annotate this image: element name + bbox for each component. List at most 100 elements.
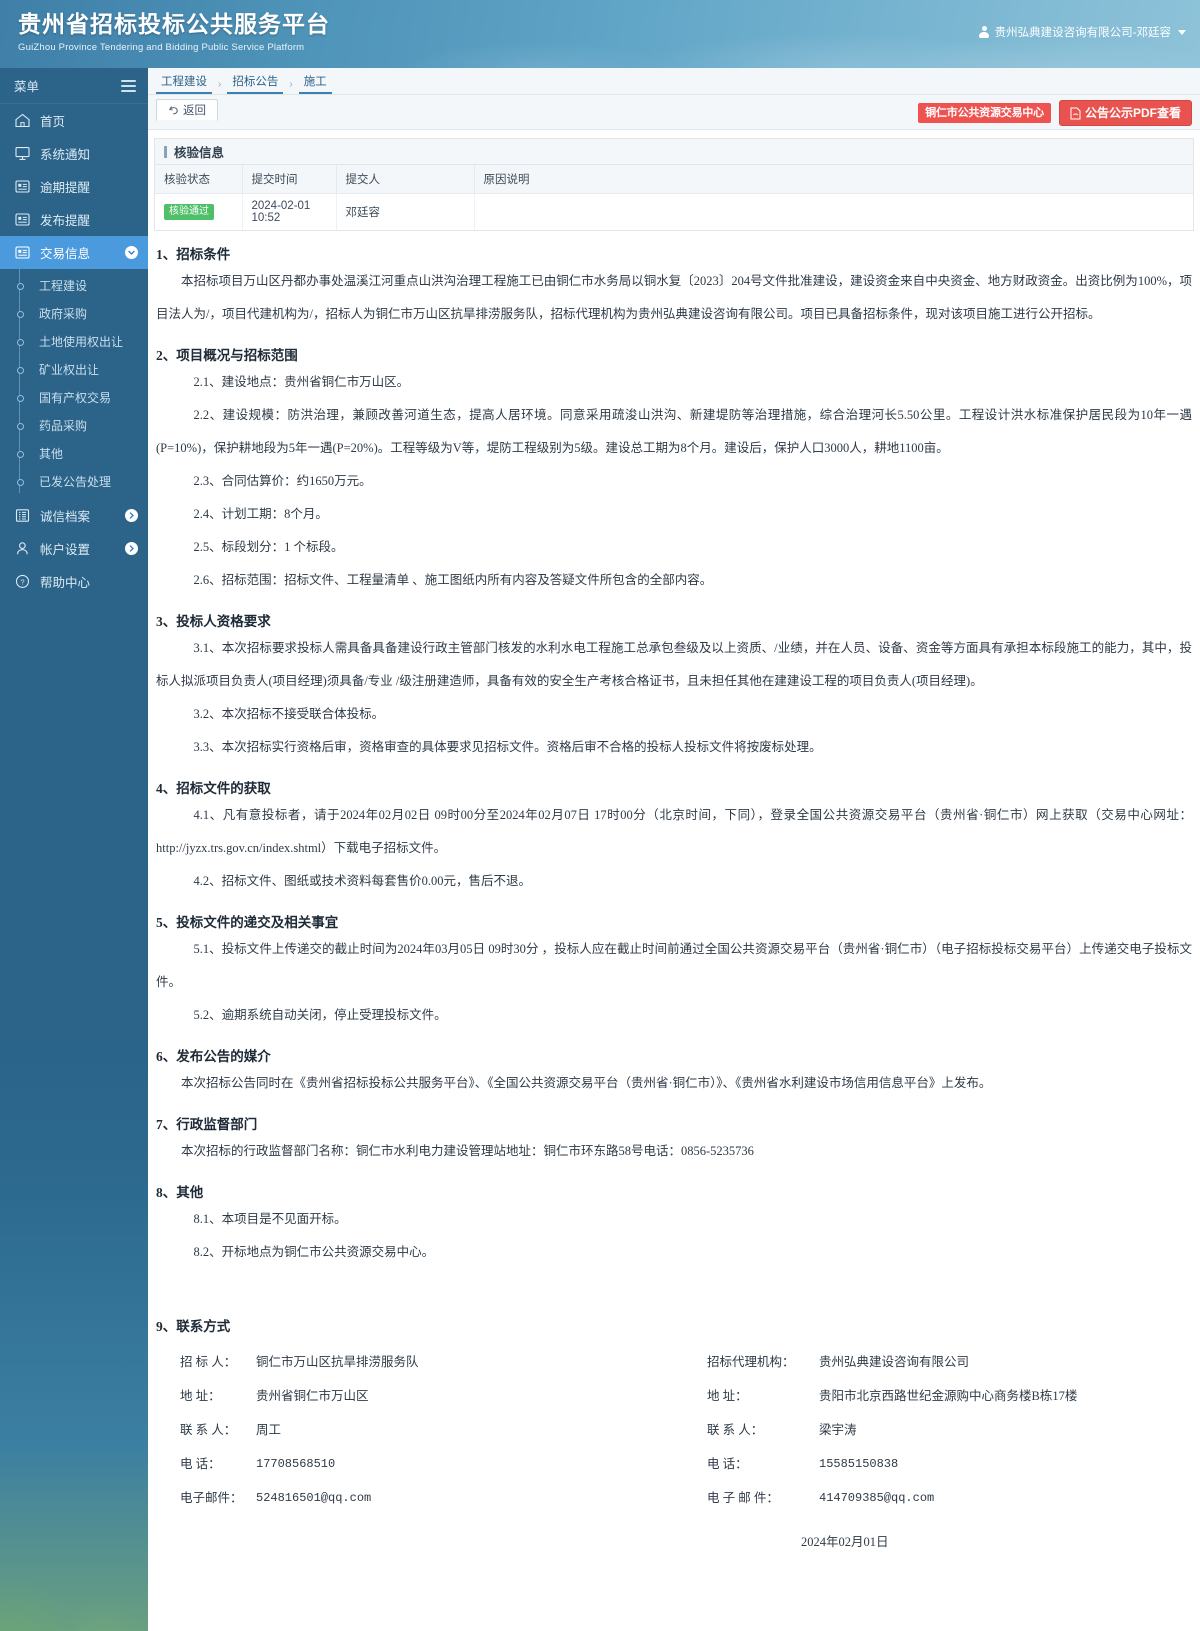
breadcrumb-separator: › <box>218 79 222 90</box>
table-header-row: 核验状态 提交时间 提交人 原因说明 <box>155 165 1193 194</box>
breadcrumb-item-tender-announcement[interactable]: 招标公告 <box>227 75 284 94</box>
sidebar: 菜单 首页 系统通知 逾期提醒 发布提醒 交易信息 工程建设 政府采购 土地使用… <box>0 68 148 1631</box>
sidebar-item-label: 交易信息 <box>40 247 91 261</box>
verification-panel-title: 核验信息 <box>155 139 1193 165</box>
contact-value: 贵阳市北京西路世纪金源购中心商务楼B栋17楼 <box>819 1389 1078 1403</box>
contact-value: 524816501@qq.com <box>256 1491 372 1505</box>
sidebar-subitem-engineering-construction[interactable]: 工程建设 <box>0 271 148 299</box>
tenderer-contact-column: 招 标 人： 铜仁市万山区抗旱排涝服务队 地 址： 贵州省铜仁市万山区 联 系 … <box>156 1345 701 1515</box>
list-box-icon <box>14 179 31 194</box>
sidebar-item-account-settings[interactable]: 帐户设置 <box>0 532 148 565</box>
contact-value: 铜仁市万山区抗旱排涝服务队 <box>256 1355 419 1369</box>
sidebar-subitem-government-procurement[interactable]: 政府采购 <box>0 299 148 327</box>
section-2-item-1: 2.1、建设地点：贵州省铜仁市万山区。 <box>193 375 410 389</box>
agency-contact-column: 招标代理机构： 贵州弘典建设咨询有限公司 地 址： 贵阳市北京西路世纪金源购中心… <box>701 1345 1192 1515</box>
user-icon <box>979 26 990 38</box>
sidebar-subitem-mining-rights[interactable]: 矿业权出让 <box>0 355 148 383</box>
sidebar-subitem-drug-procurement[interactable]: 药品采购 <box>0 411 148 439</box>
breadcrumb-item-construction[interactable]: 施工 <box>298 75 332 94</box>
title-accent-bar <box>164 145 167 158</box>
sidebar-item-help-center[interactable]: ? 帮助中心 <box>0 565 148 598</box>
hamburger-icon[interactable] <box>121 79 136 92</box>
sidebar-subitem-label: 国有产权交易 <box>39 390 112 405</box>
home-icon <box>14 113 31 128</box>
contact-line-tenderer-person: 联 系 人： 周工 <box>180 1413 701 1447</box>
section-heading-3: 3、投标人资格要求 <box>156 614 271 629</box>
table-row: 核验通过 2024-02-01 10:52 邓廷容 <box>155 193 1193 231</box>
sidebar-item-publish-reminder[interactable]: 发布提醒 <box>0 203 148 236</box>
sidebar-subitem-label: 土地使用权出让 <box>39 334 124 349</box>
sidebar-subitem-state-property-trading[interactable]: 国有产权交易 <box>0 383 148 411</box>
toolbar-right-buttons: 铜仁市公共资源交易中心 公告公示PDF查看 <box>918 100 1192 126</box>
sidebar-item-home[interactable]: 首页 <box>0 104 148 137</box>
contact-key: 联 系 人： <box>707 1423 764 1437</box>
sidebar-item-overdue-reminder[interactable]: 逾期提醒 <box>0 170 148 203</box>
breadcrumb-item-engineering[interactable]: 工程建设 <box>156 75 212 94</box>
contact-section: 9、联系方式 招 标 人： 铜仁市万山区抗旱排涝服务队 地 址： 贵州省铜仁市万… <box>156 1317 1192 1550</box>
section-2-item-3: 2.3、合同估算价：约1650万元。 <box>193 474 372 488</box>
contact-value: 贵州省铜仁市万山区 <box>256 1389 369 1403</box>
cell-submitter: 邓廷容 <box>336 193 475 230</box>
contact-line-tenderer-phone: 电 话： 17708568510 <box>180 1447 701 1481</box>
verification-panel-title-label: 核验信息 <box>174 146 225 160</box>
contact-line-agency: 招标代理机构： 贵州弘典建设咨询有限公司 <box>707 1345 1192 1379</box>
section-2-item-4: 2.4、计划工期：8个月。 <box>193 507 328 521</box>
contact-key: 电子邮件： <box>180 1491 243 1505</box>
sidebar-item-label: 诚信档案 <box>40 510 91 524</box>
sidebar-subitem-published-announcements[interactable]: 已发公告处理 <box>0 467 148 495</box>
main-content: 工程建设 › 招标公告 › 施工 返回 铜仁市公共资源交易中心 公告公示PDF查… <box>148 68 1200 1631</box>
section-heading-1: 1、招标条件 <box>156 247 231 262</box>
sidebar-subitem-label: 其他 <box>39 446 64 461</box>
section-heading-2: 2、项目概况与招标范围 <box>156 348 298 363</box>
chevron-right-circle-icon[interactable] <box>125 509 138 522</box>
back-button[interactable]: 返回 <box>156 99 218 121</box>
sidebar-item-label: 首页 <box>40 115 66 129</box>
contact-grid: 招 标 人： 铜仁市万山区抗旱排涝服务队 地 址： 贵州省铜仁市万山区 联 系 … <box>156 1345 1192 1515</box>
contact-value: 梁宇涛 <box>819 1423 857 1437</box>
section-3-item-3: 3.3、本次招标实行资格后审，资格审查的具体要求见招标文件。资格后审不合格的投标… <box>193 740 822 754</box>
sidebar-subitem-land-use-rights[interactable]: 土地使用权出让 <box>0 327 148 355</box>
contact-line-agency-email: 电 子 邮 件： 414709385@qq.com <box>707 1481 1192 1515</box>
sidebar-item-label: 帮助中心 <box>40 576 91 590</box>
brand-logo: 贵州省招标投标公共服务平台 GuiZhou Province Tendering… <box>18 5 330 53</box>
sidebar-subitem-label: 政府采购 <box>39 306 88 321</box>
sidebar-item-system-notice[interactable]: 系统通知 <box>0 137 148 170</box>
contact-value: 17708568510 <box>256 1457 336 1471</box>
contact-key: 地 址： <box>180 1389 221 1403</box>
chevron-right-circle-icon[interactable] <box>125 542 138 555</box>
user-account-menu[interactable]: 贵州弘典建设咨询有限公司-邓廷容 <box>979 24 1186 40</box>
trading-center-badge-button[interactable]: 铜仁市公共资源交易中心 <box>918 103 1051 123</box>
sidebar-subitem-other[interactable]: 其他 <box>0 439 148 467</box>
app-header: 贵州省招标投标公共服务平台 GuiZhou Province Tendering… <box>0 0 1200 68</box>
section-3-item-1: 3.1、本次招标要求投标人需具备具备建设行政主管部门核发的水利水电工程施工总承包… <box>156 641 1192 688</box>
contact-line-agency-address: 地 址： 贵阳市北京西路世纪金源购中心商务楼B栋17楼 <box>707 1379 1192 1413</box>
contact-value: 414709385@qq.com <box>819 1491 935 1505</box>
contact-line-tenderer-email: 电子邮件： 524816501@qq.com <box>180 1481 701 1515</box>
sidebar-item-transaction-info[interactable]: 交易信息 <box>0 236 148 269</box>
section-3-item-2: 3.2、本次招标不接受联合体投标。 <box>193 707 385 721</box>
section-heading-8: 8、其他 <box>156 1185 204 1200</box>
sidebar-item-label: 系统通知 <box>40 148 91 162</box>
chevron-down-circle-icon[interactable] <box>125 246 138 259</box>
section-8-item-2: 8.2、开标地点为铜仁市公共资源交易中心。 <box>193 1245 435 1259</box>
column-header-reason: 原因说明 <box>474 165 1193 194</box>
contact-key: 联 系 人： <box>180 1423 237 1437</box>
contact-key: 招 标 人： <box>180 1355 237 1369</box>
list-box-icon <box>14 245 31 260</box>
contact-key: 地 址： <box>707 1389 748 1403</box>
brand-title-cn: 贵州省招标投标公共服务平台 <box>18 11 330 37</box>
pdf-icon <box>1070 107 1081 120</box>
contact-key: 电 子 邮 件： <box>707 1491 779 1505</box>
contact-value: 贵州弘典建设咨询有限公司 <box>819 1355 970 1369</box>
sidebar-item-credit-archive[interactable]: 诚信档案 <box>0 499 148 532</box>
question-circle-icon: ? <box>14 574 31 589</box>
view-announcement-pdf-button[interactable]: 公告公示PDF查看 <box>1058 100 1192 126</box>
section-2-item-5: 2.5、标段划分：1 个标段。 <box>193 540 344 554</box>
undo-icon <box>168 105 179 116</box>
cell-submit-time: 2024-02-01 10:52 <box>242 193 337 230</box>
contact-line-tenderer-address: 地 址： 贵州省铜仁市万山区 <box>180 1379 701 1413</box>
cell-reason <box>474 194 1193 231</box>
contact-value: 周工 <box>256 1423 282 1437</box>
sidebar-subitem-label: 矿业权出让 <box>39 362 100 377</box>
section-6-paragraph: 本次招标公告同时在《贵州省招标投标公共服务平台》、《全国公共资源交易平台（贵州省… <box>181 1076 992 1090</box>
